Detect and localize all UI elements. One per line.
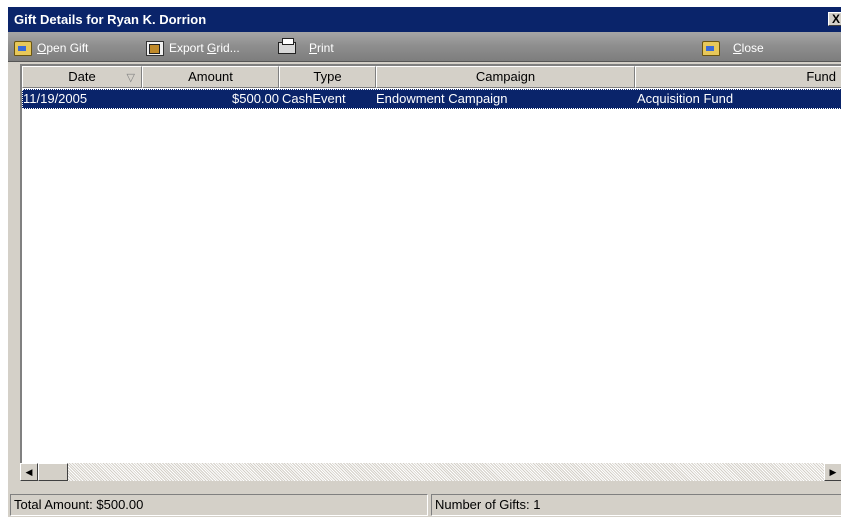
cell-date: 11/19/2005 <box>23 91 88 106</box>
window-title: Gift Details for Ryan K. Dorrion <box>14 12 207 27</box>
column-header-fund[interactable]: Fund <box>635 66 841 88</box>
open-gift-label: Open Gift <box>37 41 89 55</box>
scroll-right-icon[interactable]: ▶ <box>824 463 841 481</box>
scroll-left-icon[interactable]: ◀ <box>20 463 38 481</box>
close-folder-icon <box>702 40 720 56</box>
column-header-campaign[interactable]: Campaign <box>376 66 635 88</box>
gift-details-window: Gift Details for Ryan K. Dorrion X Open … <box>7 6 841 517</box>
horizontal-scrollbar[interactable]: ◀ ▶ <box>20 463 841 481</box>
gifts-grid[interactable]: Date ▽ Amount Type Campaign Fund 11/19/2… <box>20 64 841 481</box>
close-window-button[interactable]: X <box>828 12 841 26</box>
sort-descending-icon: ▽ <box>126 72 135 84</box>
table-row[interactable]: 11/19/2005 $500.00 CashEvent Endowment C… <box>22 89 841 109</box>
cell-amount: $500.00 <box>232 91 279 106</box>
status-bar: Total Amount: $500.00 Number of Gifts: 1 <box>8 491 841 517</box>
cell-campaign: Endowment Campaign <box>376 91 508 106</box>
close-button[interactable]: Close <box>702 39 764 57</box>
close-label: Close <box>733 41 764 55</box>
number-of-gifts-panel: Number of Gifts: 1 <box>431 494 841 516</box>
print-label: Print <box>309 41 334 55</box>
open-folder-icon <box>14 40 32 56</box>
column-header-amount[interactable]: Amount <box>142 66 279 88</box>
toolbar: Open Gift Export Grid... Print Close <box>8 32 841 62</box>
export-grid-button[interactable]: Export Grid... <box>146 39 240 57</box>
export-grid-label: Export Grid... <box>169 41 240 55</box>
printer-icon <box>278 38 296 54</box>
title-bar: Gift Details for Ryan K. Dorrion X <box>8 7 841 32</box>
cell-fund: Acquisition Fund <box>637 91 734 106</box>
column-header-date[interactable]: Date ▽ <box>22 66 142 88</box>
total-amount-panel: Total Amount: $500.00 <box>10 494 428 516</box>
scroll-thumb[interactable] <box>38 463 68 481</box>
export-icon <box>146 40 164 56</box>
column-header-type[interactable]: Type <box>279 66 376 88</box>
print-button[interactable]: Print <box>278 38 334 57</box>
open-gift-button[interactable]: Open Gift <box>14 39 88 57</box>
cell-type: CashEvent <box>282 91 346 106</box>
